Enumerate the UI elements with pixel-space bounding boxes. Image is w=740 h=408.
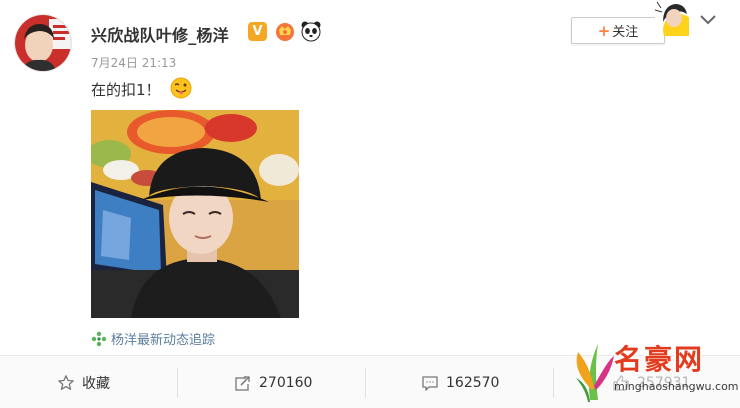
post-text: 在的扣1！: [91, 81, 161, 99]
verified-badge-icon[interactable]: V: [248, 22, 267, 41]
member-crown-icon[interactable]: [274, 20, 296, 42]
tracking-link[interactable]: 杨洋最新动态追踪: [91, 329, 215, 348]
divider: [177, 368, 178, 398]
panda-icon[interactable]: [300, 20, 322, 42]
user-avatar[interactable]: [14, 14, 72, 72]
divider: [553, 368, 554, 398]
username[interactable]: 兴欣战队叶修_杨洋: [91, 22, 229, 46]
pinwheel-icon: [91, 331, 107, 346]
watermark-subtitle: minghaoshangwu.com: [614, 380, 739, 393]
favorite-label: 收藏: [82, 375, 110, 392]
watermark-title: 名豪网: [614, 343, 705, 376]
comment-icon: [422, 375, 438, 391]
comment-count: 162570: [446, 374, 500, 391]
share-icon: [235, 374, 252, 391]
star-icon: [58, 374, 74, 390]
tongue-wink-emoji-icon: [170, 77, 192, 99]
follower-avatar[interactable]: [655, 0, 689, 36]
divider: [365, 368, 366, 398]
tracking-link-label: 杨洋最新动态追踪: [111, 333, 216, 348]
post-timestamp[interactable]: 7月24日 21:13: [91, 54, 176, 71]
chevron-down-icon[interactable]: [697, 10, 719, 28]
follow-label: 关注: [612, 25, 639, 40]
repost-button[interactable]: 270160: [234, 356, 312, 408]
plus-icon: +: [597, 21, 611, 40]
post-photo[interactable]: [91, 110, 299, 318]
comment-button[interactable]: 162570: [421, 356, 499, 408]
follow-button[interactable]: + 关注: [571, 17, 665, 44]
repost-count: 270160: [259, 374, 313, 391]
favorite-button[interactable]: 收藏: [57, 356, 110, 408]
watermark-logo: 名豪网 minghaoshangwu.com: [568, 330, 739, 406]
